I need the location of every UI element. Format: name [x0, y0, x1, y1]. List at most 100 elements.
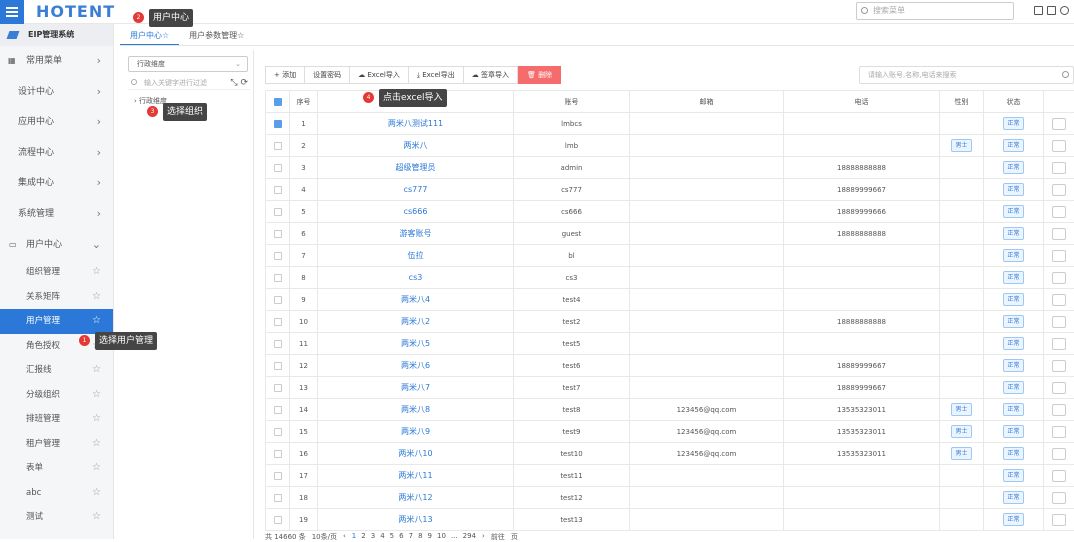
- star-icon[interactable]: ☆: [92, 481, 101, 505]
- star-icon[interactable]: ☆: [162, 31, 169, 40]
- row-checkbox[interactable]: [274, 516, 282, 524]
- table-row[interactable]: 8cs3cs3正常: [266, 267, 1074, 289]
- table-row[interactable]: 19两米八13test13正常: [266, 509, 1074, 531]
- page-number[interactable]: 10: [437, 532, 446, 542]
- cell-name-link[interactable]: 两米八11: [318, 465, 514, 487]
- star-icon[interactable]: ☆: [92, 383, 101, 407]
- star-icon[interactable]: ☆: [92, 358, 101, 382]
- cell-name-link[interactable]: 超级管理员: [318, 157, 514, 179]
- tab-user-center[interactable]: 用户中心☆: [120, 28, 179, 46]
- row-checkbox[interactable]: [274, 230, 282, 238]
- col-gender[interactable]: 性别: [940, 91, 984, 113]
- row-checkbox[interactable]: [274, 472, 282, 480]
- sidebar-sub-form[interactable]: 表单☆: [0, 456, 113, 481]
- user-search-input[interactable]: 请输入账号,名称,电话来搜索: [859, 66, 1074, 84]
- row-checkbox[interactable]: [274, 142, 282, 150]
- row-action-button[interactable]: [1052, 492, 1066, 504]
- table-row[interactable]: 4cs777cs77718889999667正常: [266, 179, 1074, 201]
- page-number[interactable]: 4: [380, 532, 384, 542]
- col-status[interactable]: 状态: [984, 91, 1044, 113]
- monitor-icon[interactable]: [1034, 6, 1043, 15]
- table-row[interactable]: 9两米八4test4正常: [266, 289, 1074, 311]
- table-row[interactable]: 18两米八12test12正常: [266, 487, 1074, 509]
- page-number[interactable]: 6: [399, 532, 403, 542]
- menu-search-input[interactable]: 搜索菜单: [856, 2, 1014, 20]
- table-row[interactable]: 10两米八2test218888888888正常: [266, 311, 1074, 333]
- row-action-button[interactable]: [1052, 184, 1066, 196]
- sign-import-button[interactable]: ☁ 签章导入: [463, 66, 518, 84]
- dimension-select[interactable]: 行政维度 ⌄: [128, 56, 248, 72]
- table-row[interactable]: 7伍拉bl正常: [266, 245, 1074, 267]
- cell-name-link[interactable]: 两米八9: [318, 421, 514, 443]
- cell-name-link[interactable]: 两米八7: [318, 377, 514, 399]
- cell-name-link[interactable]: 两米八测试111: [318, 113, 514, 135]
- table-row[interactable]: 13两米八7test718889999667正常: [266, 377, 1074, 399]
- sidebar-sub-abc[interactable]: abc☆: [0, 481, 113, 506]
- table-row[interactable]: 2两米八lmb男士正常: [266, 135, 1074, 157]
- menu-toggle-button[interactable]: [0, 0, 24, 24]
- cell-name-link[interactable]: cs3: [318, 267, 514, 289]
- row-checkbox[interactable]: [274, 406, 282, 414]
- row-action-button[interactable]: [1052, 294, 1066, 306]
- row-action-button[interactable]: [1052, 118, 1066, 130]
- cell-name-link[interactable]: 游客账号: [318, 223, 514, 245]
- table-row[interactable]: 11两米八5test5正常: [266, 333, 1074, 355]
- sidebar-item-flow[interactable]: 流程中心›: [0, 138, 113, 169]
- page-size-select[interactable]: 10条/页: [312, 532, 337, 542]
- sidebar-sub-test[interactable]: 测试☆: [0, 505, 113, 530]
- table-row[interactable]: 6游客账号guest18888888888正常: [266, 223, 1074, 245]
- row-action-button[interactable]: [1052, 250, 1066, 262]
- table-row[interactable]: 12两米八6test618889999667正常: [266, 355, 1074, 377]
- cell-name-link[interactable]: cs666: [318, 201, 514, 223]
- add-button[interactable]: + 添加: [265, 66, 305, 84]
- sidebar-item-common[interactable]: ▦常用菜单›: [0, 46, 113, 77]
- row-action-button[interactable]: [1052, 338, 1066, 350]
- sidebar-sub-grade-org[interactable]: 分级组织☆: [0, 383, 113, 408]
- page-number[interactable]: 7: [409, 532, 413, 542]
- row-action-button[interactable]: [1052, 140, 1066, 152]
- table-row[interactable]: 5cs666cs66618889999666正常: [266, 201, 1074, 223]
- sidebar-sub-report-line[interactable]: 汇报线☆: [0, 358, 113, 383]
- row-action-button[interactable]: [1052, 470, 1066, 482]
- cell-name-link[interactable]: 两米八13: [318, 509, 514, 531]
- row-checkbox[interactable]: [274, 450, 282, 458]
- star-icon[interactable]: ☆: [92, 505, 101, 529]
- row-checkbox[interactable]: [274, 274, 282, 282]
- cell-name-link[interactable]: 伍拉: [318, 245, 514, 267]
- cell-name-link[interactable]: cs777: [318, 179, 514, 201]
- sidebar-item-user-center[interactable]: ▭用户中心⌄: [0, 230, 113, 261]
- row-checkbox[interactable]: [274, 384, 282, 392]
- select-all-checkbox[interactable]: [274, 98, 282, 106]
- col-phone[interactable]: 电话: [784, 91, 940, 113]
- row-action-button[interactable]: [1052, 206, 1066, 218]
- star-icon[interactable]: ☆: [237, 31, 244, 40]
- row-checkbox[interactable]: [274, 428, 282, 436]
- set-password-button[interactable]: 设置密码: [304, 66, 350, 84]
- sidebar-sub-org[interactable]: 组织管理☆: [0, 260, 113, 285]
- cell-name-link[interactable]: 两米八2: [318, 311, 514, 333]
- row-action-button[interactable]: [1052, 514, 1066, 526]
- collapse-icon[interactable]: ⤡: [230, 78, 237, 88]
- cell-name-link[interactable]: 两米八8: [318, 399, 514, 421]
- row-action-button[interactable]: [1052, 382, 1066, 394]
- page-number[interactable]: 2: [361, 532, 365, 542]
- table-row[interactable]: 15两米八9test9123456@qq.com13535323011男士正常: [266, 421, 1074, 443]
- cell-name-link[interactable]: 两米八6: [318, 355, 514, 377]
- star-icon[interactable]: ☆: [92, 407, 101, 431]
- star-icon[interactable]: ☆: [92, 260, 101, 284]
- row-checkbox[interactable]: [274, 318, 282, 326]
- star-icon[interactable]: ☆: [92, 285, 101, 309]
- excel-import-button[interactable]: ☁ Excel导入: [349, 66, 409, 84]
- next-page-button[interactable]: ›: [482, 532, 485, 542]
- row-checkbox[interactable]: [274, 362, 282, 370]
- row-action-button[interactable]: [1052, 272, 1066, 284]
- row-checkbox[interactable]: [274, 186, 282, 194]
- prev-page-button[interactable]: ‹: [343, 532, 346, 542]
- row-checkbox[interactable]: [274, 252, 282, 260]
- row-checkbox[interactable]: [274, 494, 282, 502]
- table-row[interactable]: 14两米八8test8123456@qq.com13535323011男士正常: [266, 399, 1074, 421]
- fullscreen-icon[interactable]: [1047, 6, 1056, 15]
- row-checkbox[interactable]: [274, 120, 282, 128]
- sidebar-sub-schedule[interactable]: 排班管理☆: [0, 407, 113, 432]
- sidebar-item-system[interactable]: 系统管理›: [0, 199, 113, 230]
